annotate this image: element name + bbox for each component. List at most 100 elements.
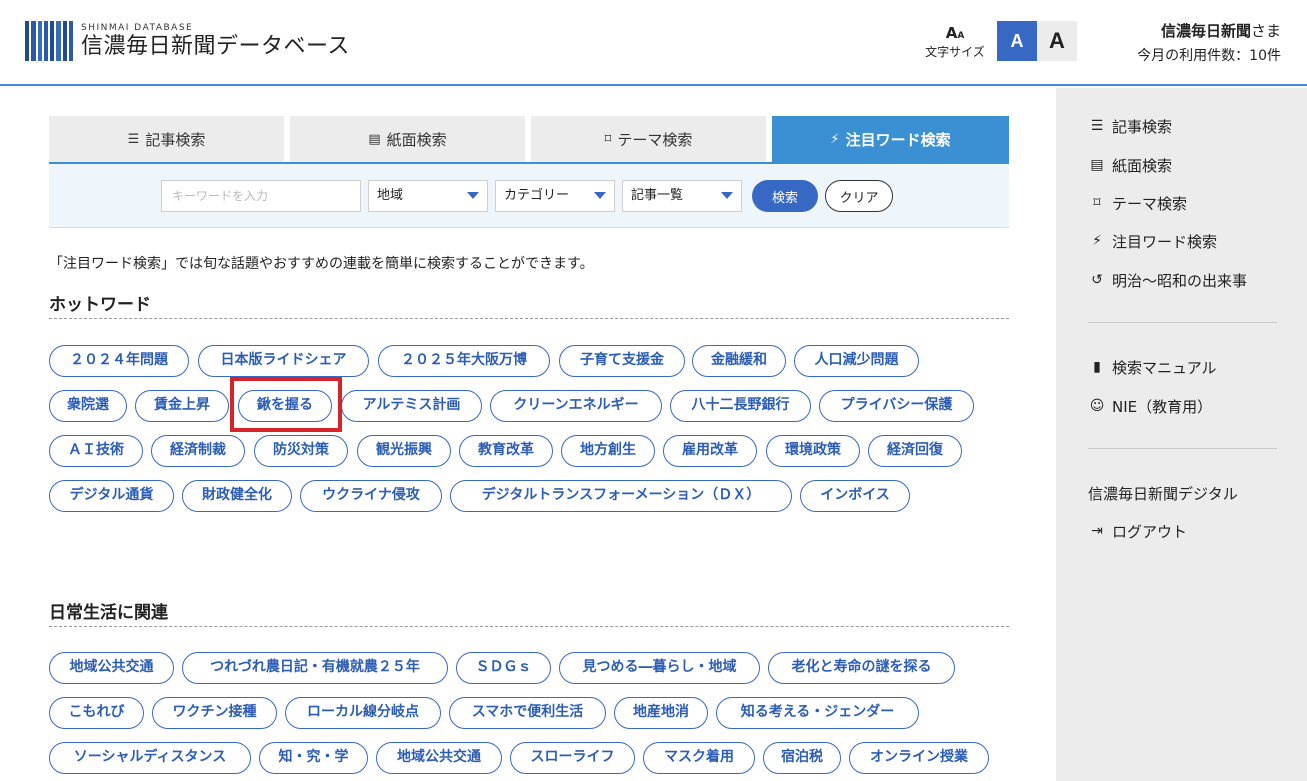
hot-word-tag[interactable]: 金融緩和	[692, 345, 786, 377]
hot-word-tag[interactable]: 人口減少問題	[794, 345, 919, 377]
sidebar: ☰ 記事検索 ▤ 紙面検索 ⌑ テーマ検索 ⚡ 注目ワード検索 ↺ 明治～昭和の出来事 ▮…	[1056, 88, 1307, 781]
sidebar-item-digital[interactable]: 信濃毎日新聞デジタル	[1088, 483, 1238, 503]
newspaper-icon: ▤	[1090, 157, 1104, 173]
daily-life-tag[interactable]: こもれび	[49, 697, 144, 729]
font-size-control: AA 文字サイズ	[918, 24, 992, 59]
hot-word-tag[interactable]: クリーンエネルギー	[490, 390, 662, 422]
hot-word-tag[interactable]: 賃金上昇	[135, 390, 229, 422]
sidebar-item-nie[interactable]: ☺ NIE（教育用）	[1088, 396, 1212, 416]
daily-life-tag[interactable]: 知・究・学	[259, 742, 368, 774]
hot-word-tag[interactable]: 財政健全化	[182, 480, 292, 512]
hot-word-tag[interactable]: 経済制裁	[151, 435, 245, 467]
user-name: 信濃毎日新聞	[1160, 22, 1251, 40]
hot-word-tag[interactable]: インボイス	[800, 480, 910, 512]
hot-word-tag[interactable]: 日本版ライドシェア	[198, 345, 369, 377]
daily-life-tag[interactable]: マスク着用	[643, 742, 755, 774]
newspaper-icon: ▤	[368, 131, 381, 147]
sidebar-item-paper-search[interactable]: ▤ 紙面検索	[1088, 155, 1172, 175]
logo-title: 信濃毎日新聞データベース	[81, 33, 350, 59]
category-select[interactable]: カテゴリー	[495, 180, 615, 212]
logo-subtitle: SHINMAI DATABASE	[81, 22, 194, 33]
hot-word-tag[interactable]: ＡＩ技術	[49, 435, 143, 467]
selection-highlight	[230, 377, 342, 432]
usage-count: 今月の利用件数：10件	[1137, 48, 1281, 64]
tab-hotword-search[interactable]: ⚡ 注目ワード検索	[772, 116, 1009, 162]
page-description: 「注目ワード検索」では旬な話題やおすすめの連載を簡単に検索することができます。	[49, 256, 594, 272]
daily-life-tag[interactable]: 地域公共交通	[376, 742, 502, 774]
daily-life-tag[interactable]: 老化と寿命の謎を探る	[768, 652, 955, 684]
daily-life-tag[interactable]: 知る考える・ジェンダー	[716, 697, 919, 729]
article-list-select[interactable]: 記事一覧	[622, 180, 742, 212]
hot-word-tag[interactable]: ２０２５年大阪万博	[378, 345, 550, 377]
hot-word-tag[interactable]: 教育改革	[459, 435, 553, 467]
daily-life-tag[interactable]: ＳＤＧｓ	[456, 652, 551, 684]
history-icon: ↺	[1091, 272, 1103, 288]
search-tabs: ☰ 記事検索 ▤ 紙面検索 ⌑ テーマ検索 ⚡ 注目ワード検索	[49, 116, 1009, 162]
hot-words-title: ホットワード	[49, 295, 151, 315]
book-icon: ▮	[1093, 359, 1101, 375]
user-info: 信濃毎日新聞さま 今月の利用件数：10件	[1137, 20, 1281, 70]
sidebar-divider	[1088, 448, 1277, 449]
daily-life-tag[interactable]: スローライフ	[510, 742, 635, 774]
logo-mark-icon	[25, 21, 73, 61]
user-suffix: さま	[1250, 22, 1281, 40]
hot-word-tag[interactable]: 雇用改革	[663, 435, 757, 467]
font-size-small-button[interactable]: A	[997, 21, 1037, 61]
search-button[interactable]: 検索	[752, 180, 818, 212]
daily-life-title: 日常生活に関連	[49, 603, 168, 623]
hot-word-tag[interactable]: 経済回復	[868, 435, 962, 467]
sidebar-item-hotword-search[interactable]: ⚡ 注目ワード検索	[1088, 231, 1217, 251]
list-icon: ☰	[1090, 118, 1104, 134]
divider	[49, 626, 1009, 627]
hot-word-tag[interactable]: 防災対策	[254, 435, 348, 467]
daily-life-tag[interactable]: スマホで便利生活	[449, 697, 606, 729]
sidebar-item-article-search[interactable]: ☰ 記事検索	[1088, 116, 1172, 136]
header: SHINMAI DATABASE 信濃毎日新聞データベース AA 文字サイズ A…	[0, 0, 1307, 86]
logo[interactable]: SHINMAI DATABASE 信濃毎日新聞データベース	[25, 20, 350, 62]
daily-life-tag[interactable]: オンライン授業	[849, 742, 989, 774]
search-bar: キーワードを入力 地域 カテゴリー 記事一覧 検索 クリア	[49, 162, 1009, 228]
font-size-label: 文字サイズ	[925, 45, 985, 59]
sidebar-item-logout[interactable]: ⇥ ログアウト	[1088, 521, 1187, 541]
hot-word-tag[interactable]: プライバシー保護	[819, 390, 974, 422]
hot-word-tag[interactable]: ２０２４年問題	[49, 345, 189, 377]
divider	[49, 318, 1009, 319]
region-select[interactable]: 地域	[368, 180, 488, 212]
keyword-input[interactable]: キーワードを入力	[161, 180, 361, 212]
hot-word-tag[interactable]: ウクライナ侵攻	[300, 480, 442, 512]
hot-word-tag[interactable]: 子育て支援金	[559, 345, 685, 377]
chevron-down-icon	[721, 192, 733, 199]
logout-icon: ⇥	[1091, 523, 1103, 539]
clear-button[interactable]: クリア	[825, 180, 893, 212]
daily-life-tag[interactable]: 宿泊税	[763, 742, 841, 774]
sidebar-item-theme-search[interactable]: ⌑ テーマ検索	[1088, 193, 1187, 213]
font-size-large-button[interactable]: A	[1037, 21, 1077, 61]
hot-word-tag[interactable]: 地方創生	[561, 435, 655, 467]
daily-life-tag[interactable]: 地域公共交通	[49, 652, 174, 684]
daily-life-tag[interactable]: 見つめる―暮らし・地域	[559, 652, 760, 684]
tab-paper-search[interactable]: ▤ 紙面検索	[290, 116, 525, 162]
hot-word-tag[interactable]: 八十二長野銀行	[670, 390, 811, 422]
hot-word-tag[interactable]: 環境政策	[766, 435, 860, 467]
sidebar-item-manual[interactable]: ▮ 検索マニュアル	[1088, 357, 1216, 377]
font-size-icon: AA	[945, 24, 965, 42]
hot-word-tag[interactable]: デジタルトランスフォーメーション（ＤＸ）	[450, 480, 792, 512]
hot-word-tag[interactable]: 観光振興	[357, 435, 451, 467]
sidebar-item-history[interactable]: ↺ 明治～昭和の出来事	[1088, 270, 1247, 290]
hot-word-tag[interactable]: アルテミス計画	[341, 390, 482, 422]
tab-theme-search[interactable]: ⌑ テーマ検索	[531, 116, 766, 162]
bolt-icon: ⚡	[830, 131, 840, 147]
chevron-down-icon	[467, 192, 479, 199]
daily-life-tag[interactable]: ソーシャルディスタンス	[49, 742, 251, 774]
daily-life-tag[interactable]: ワクチン接種	[152, 697, 277, 729]
list-icon: ☰	[127, 131, 140, 147]
tab-article-search[interactable]: ☰ 記事検索	[49, 116, 284, 162]
hot-word-tag[interactable]: デジタル通貨	[49, 480, 174, 512]
student-icon: ☺	[1089, 398, 1105, 414]
daily-life-tag[interactable]: ローカル線分岐点	[285, 697, 441, 729]
daily-life-tag[interactable]: つれづれ農日記・有機就農２５年	[182, 652, 448, 684]
daily-life-tag[interactable]: 地産地消	[614, 697, 708, 729]
bookmark-icon: ⌑	[1093, 195, 1101, 211]
bookmark-icon: ⌑	[604, 131, 612, 147]
hot-word-tag[interactable]: 衆院選	[49, 390, 127, 422]
